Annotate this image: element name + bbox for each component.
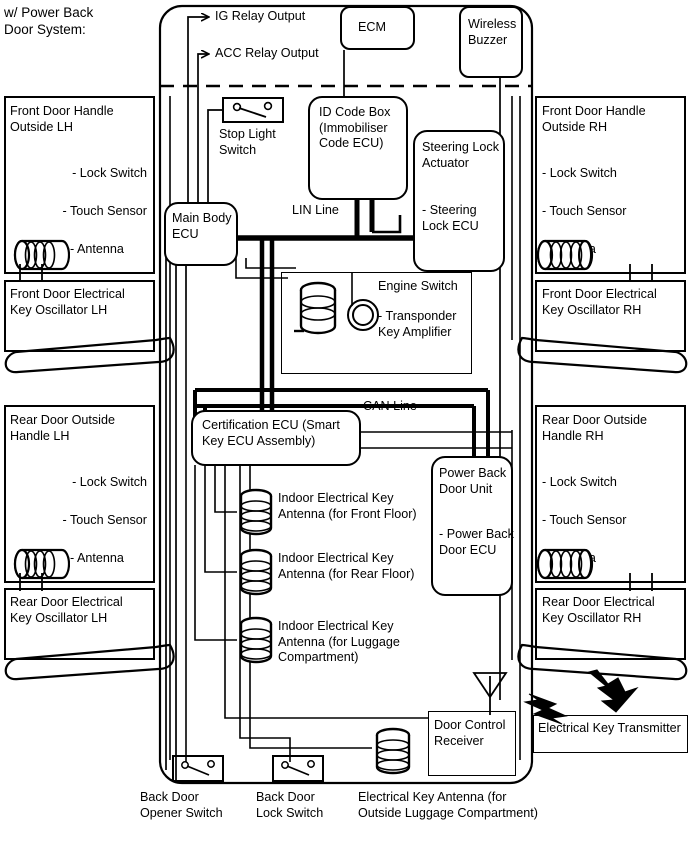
wiring-diagram: w/ Power Back Door System: IG Relay Outp…: [0, 0, 690, 855]
module-lead-wires: [19, 264, 653, 591]
